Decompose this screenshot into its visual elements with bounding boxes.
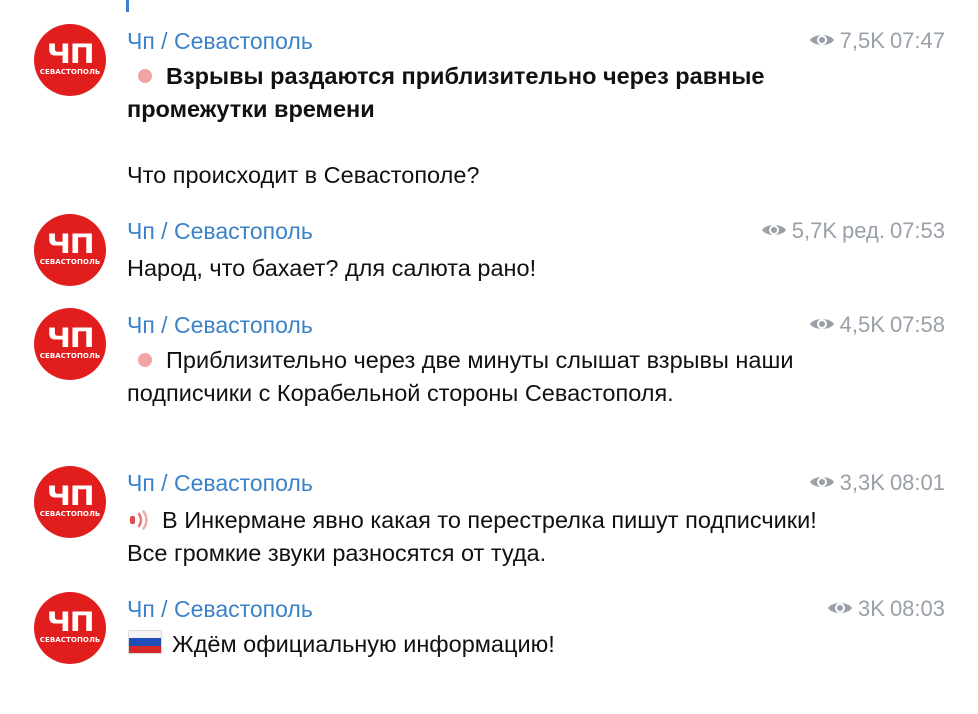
eye-icon [828,603,853,613]
message-body: Что происходит в Севастополе? [127,162,480,188]
eye-icon [809,319,834,329]
avatar-logo-text: ЧП [46,607,95,638]
post-time: 08:03 [889,596,945,621]
channel-avatar[interactable]: ЧП СЕВАСТОПОЛЬ [34,466,106,538]
post-time: 07:58 [889,312,945,337]
post-time: 08:01 [889,470,945,495]
post-time: 07:47 [889,28,945,53]
channel-avatar[interactable]: ЧП СЕВАСТОПОЛЬ [34,308,106,380]
channel-name-link[interactable]: Чп / Севастополь [127,470,313,496]
channel-name-link[interactable]: Чп / Севастополь [127,218,313,244]
message-body: Народ, что бахает? для салюта рано! [127,255,537,281]
light-red-circle-icon [138,69,152,83]
eye-icon [761,225,786,235]
channel-name-link[interactable]: Чп / Севастополь [127,312,313,338]
view-count: 4,5K [839,312,885,337]
sound-waves-icon [130,510,148,530]
edited-label: ред. [842,218,885,243]
post-meta: 3K 08:03 [827,596,945,622]
post-time: 07:53 [889,218,945,243]
view-count: 7,5K [839,28,885,53]
eye-icon [809,477,834,487]
channel-name-link[interactable]: Чп / Севастополь [127,28,313,54]
message-text: Народ, что бахает? для салюта рано! [127,252,847,285]
channel-avatar[interactable]: ЧП СЕВАСТОПОЛЬ [34,592,106,664]
avatar-logo-text: ЧП [46,323,95,354]
channel-avatar[interactable]: ЧП СЕВАСТОПОЛЬ [34,24,106,96]
message-body: В Инкермане явно какая то перестрелка пи… [127,507,817,566]
view-count: 3K [858,596,885,621]
view-count: 3,3K [839,470,885,495]
message-body: Приблизительно через две минуты слышат в… [127,347,794,406]
post-meta: 5,7K ред. 07:53 [761,218,945,244]
avatar-logo-text: ЧП [46,39,95,70]
post-meta: 3,3K 08:01 [809,470,945,496]
channel-avatar[interactable]: ЧП СЕВАСТОПОЛЬ [34,214,106,286]
scroll-position-marker [126,0,129,12]
message-text: Взрывы раздаются приблизительно через ра… [127,60,847,192]
russian-flag-icon [128,630,162,654]
avatar-logo-text: ЧП [46,229,95,260]
post-meta: 7,5K 07:47 [809,28,945,54]
message-text: В Инкермане явно какая то перестрелка пи… [127,504,847,570]
message-text: Приблизительно через две минуты слышат в… [127,344,847,410]
view-count: 5,7K [791,218,837,243]
post-meta: 4,5K 07:58 [809,312,945,338]
eye-icon [809,35,834,45]
message-body: Ждём официальную информацию! [172,631,555,657]
message-text: Ждём официальную информацию! [127,628,847,661]
avatar-logo-text: ЧП [46,481,95,512]
channel-name-link[interactable]: Чп / Севастополь [127,596,313,622]
message-headline: Взрывы раздаются приблизительно через ра… [127,63,765,122]
light-red-circle-icon [138,353,152,367]
